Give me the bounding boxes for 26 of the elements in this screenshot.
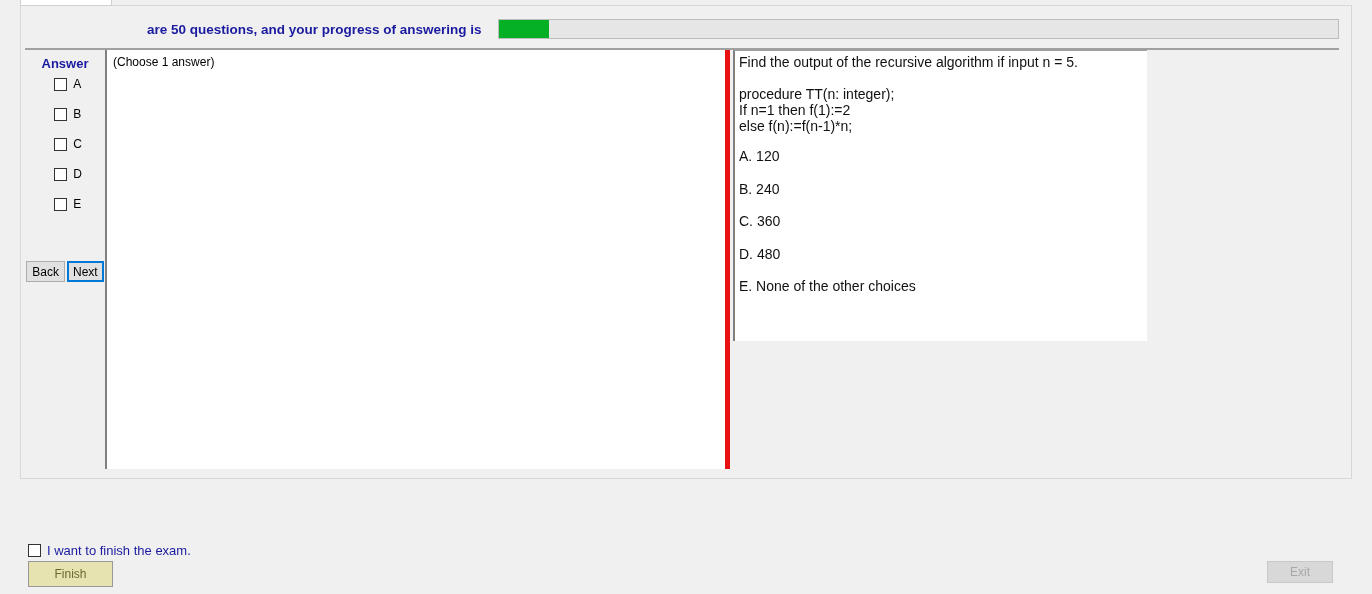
answer-heading: Answer <box>41 56 89 71</box>
checkbox[interactable] <box>54 137 68 151</box>
question-prompt: Find the output of the recursive algorithm if input n = 5. <box>739 54 1079 70</box>
checkbox-label: I want to finish the exam. <box>47 543 191 558</box>
checkbox-label: B <box>73 107 82 121</box>
checkbox-label: C <box>73 137 82 151</box>
checkbox[interactable] <box>54 77 68 91</box>
checkbox-label: D <box>73 167 82 181</box>
header-text: are 50 questions, and your progress of answering is <box>147 21 482 37</box>
checkbox[interactable] <box>28 544 41 557</box>
choice-text: B. 240 <box>739 180 781 197</box>
checkbox[interactable] <box>54 197 68 211</box>
next-button[interactable]: Next <box>67 261 104 282</box>
back-button[interactable]: Back <box>26 261 65 282</box>
code-line: else f(n):=f(n-1)*n; <box>739 118 854 134</box>
choice-text: C. 360 <box>739 213 782 229</box>
checkbox-label: E <box>73 197 82 211</box>
checkbox[interactable] <box>54 107 68 121</box>
answer-textbox[interactable]: (Choose 1 answer) <box>105 50 725 469</box>
code-line: procedure TT(n: integer); <box>739 86 896 102</box>
choice-text: D. 480 <box>739 245 782 262</box>
checkbox[interactable] <box>54 167 68 181</box>
choice-text: E. None of the other choices <box>739 278 917 294</box>
code-line: If n=1 then f(1):=2 <box>739 102 852 118</box>
checkbox-label: A <box>73 77 82 91</box>
choice-text: A. 120 <box>739 148 781 164</box>
